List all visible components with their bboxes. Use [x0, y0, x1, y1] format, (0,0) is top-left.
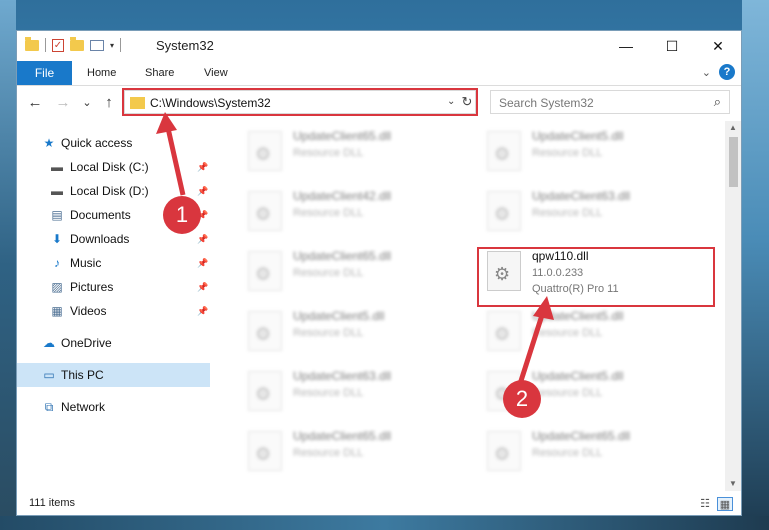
arrow-2-line	[517, 311, 546, 385]
annotation-arrows	[156, 112, 554, 385]
arrow-2-head	[533, 296, 554, 320]
step-2-badge: 2	[503, 380, 541, 418]
step-1-badge: 1	[163, 196, 201, 234]
arrow-1-line	[165, 127, 186, 196]
arrow-1-head	[156, 112, 177, 134]
